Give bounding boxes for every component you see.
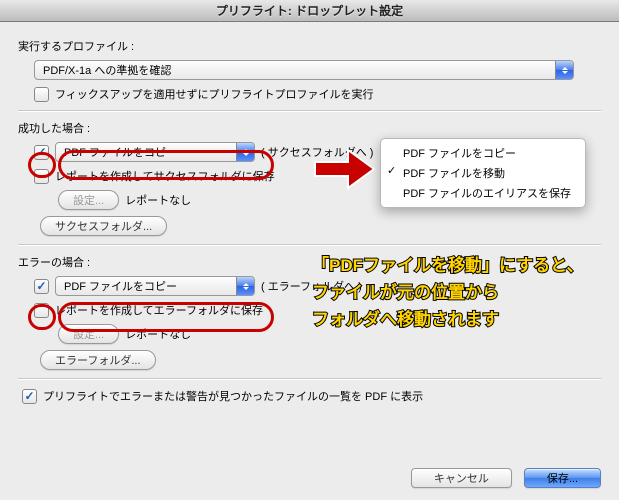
success-folder-button[interactable]: サクセスフォルダ... [40,216,167,236]
dialog-content: 実行するプロファイル : PDF/X-1a への準拠を確認 フィックスアップを適… [0,22,619,500]
window-title: プリフライト: ドロップレット設定 [216,4,403,18]
success-action-suffix: ( サクセスフォルダへ ) [261,144,373,160]
no-fixups-label: フィックスアップを適用せずにプリフライトプロファイルを実行 [55,86,373,102]
divider [18,244,601,246]
save-button[interactable]: 保存... [524,468,601,488]
error-report-checkbox[interactable] [34,303,49,318]
success-report-label: レポートを作成してサクセスフォルダに保存 [55,168,275,184]
show-list-label: プリフライトでエラーまたは警告が見つかったファイルの一覧を PDF に表示 [43,388,423,404]
dialog-footer: キャンセル 保存... [411,468,601,488]
success-action-select[interactable]: PDF ファイルをコピー [55,142,255,162]
action-menu-item[interactable]: PDF ファイルを移動 [381,163,585,183]
success-settings-button[interactable]: 設定... [58,190,119,210]
error-action-suffix: ( エラーフォルダへ ) [261,278,362,294]
cancel-button[interactable]: キャンセル [411,468,512,488]
success-report-checkbox[interactable] [34,169,49,184]
success-heading: 成功した場合 : [18,120,601,136]
select-arrows-icon [555,61,573,79]
error-heading: エラーの場合 : [18,254,601,270]
success-noreport-label: レポートなし [125,192,191,208]
success-action-value: PDF ファイルをコピー [64,144,177,160]
show-list-checkbox[interactable] [22,389,37,404]
error-action-value: PDF ファイルをコピー [64,278,177,294]
divider [18,378,601,380]
action-menu: PDF ファイルをコピー PDF ファイルを移動 PDF ファイルのエイリアスを… [380,138,586,208]
error-folder-button[interactable]: エラーフォルダ... [40,350,156,370]
error-action-checkbox[interactable] [34,279,49,294]
error-action-select[interactable]: PDF ファイルをコピー [55,276,255,296]
profile-select-value: PDF/X-1a への準拠を確認 [43,62,171,78]
window-titlebar: プリフライト: ドロップレット設定 [0,0,619,22]
action-menu-item[interactable]: PDF ファイルをコピー [381,143,585,163]
error-settings-button[interactable]: 設定... [58,324,119,344]
no-fixups-checkbox[interactable] [34,87,49,102]
divider [18,110,601,112]
profile-label: 実行するプロファイル : [18,38,601,54]
success-action-checkbox[interactable] [34,145,49,160]
error-noreport-label: レポートなし [125,326,191,342]
error-report-label: レポートを作成してエラーフォルダに保存 [55,302,263,318]
action-menu-item[interactable]: PDF ファイルのエイリアスを保存 [381,183,585,203]
profile-select[interactable]: PDF/X-1a への準拠を確認 [34,60,574,80]
select-arrows-icon [236,277,254,295]
select-arrows-icon [236,143,254,161]
